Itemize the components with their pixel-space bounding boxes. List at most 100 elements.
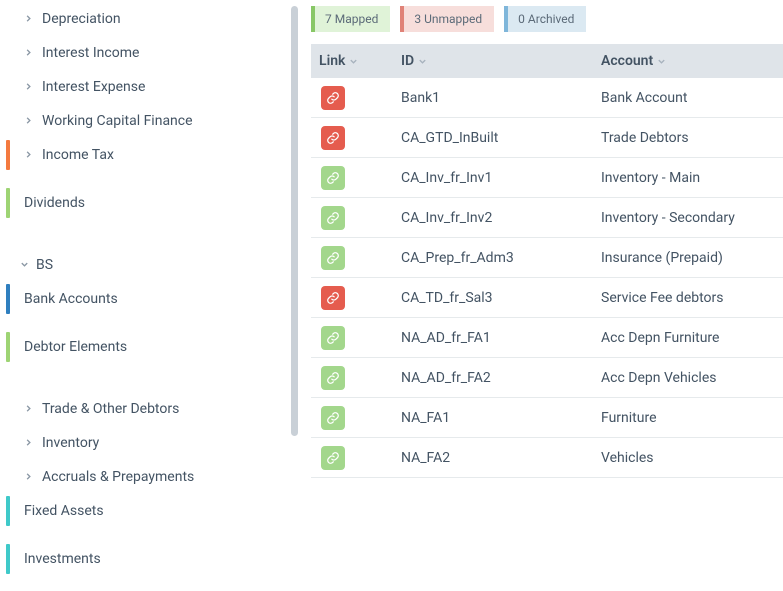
cell-account: Acc Depn Vehicles [601,370,783,386]
accent-bar [6,332,10,362]
sidebar-item-label: Dividends [24,195,85,211]
sidebar-item[interactable]: BS [0,248,285,282]
header-id[interactable]: ID [401,53,601,69]
cell-link [311,286,401,310]
sidebar-item[interactable]: Dividends [0,186,285,220]
cell-id: NA_AD_fr_FA2 [401,370,601,386]
table-row[interactable]: NA_FA1Furniture [311,398,783,438]
accent-bar [6,140,10,170]
chevron-right-icon [24,48,34,58]
sidebar-item[interactable]: Fixed Assets [0,494,285,528]
chevron-right-icon [24,438,34,448]
filter-archived-count: 0 [518,12,525,26]
cell-link [311,246,401,270]
sidebar: Depreciation Interest Income Interest Expe… [0,0,285,591]
link-button[interactable] [321,446,345,470]
filter-badges: 7 Mapped 3 Unmapped 0 Archived [311,6,783,32]
sidebar-item[interactable]: Interest Expense [0,70,285,104]
cell-account: Bank Account [601,90,783,106]
sidebar-item[interactable]: Interest Income [0,36,285,70]
cell-link [311,366,401,390]
cell-link [311,206,401,230]
sidebar-scrollbar[interactable] [285,0,305,591]
sidebar-item-label: Accruals & Prepayments [42,469,194,485]
cell-id: CA_Inv_fr_Inv1 [401,170,601,186]
table-header: Link ID Account [311,44,783,78]
table-row[interactable]: CA_Inv_fr_Inv1Inventory - Main [311,158,783,198]
link-button[interactable] [321,246,345,270]
cell-link [311,86,401,110]
cell-account: Service Fee debtors [601,290,783,306]
cell-link [311,326,401,350]
filter-unmapped-label: Unmapped [424,12,482,26]
link-button[interactable] [321,326,345,350]
sidebar-item-label: Interest Income [42,45,139,61]
link-button[interactable] [321,126,345,150]
sidebar-item-label: Investments [24,551,101,567]
sidebar-item-label: Fixed Assets [24,503,104,519]
cell-account: Acc Depn Furniture [601,330,783,346]
accent-bar [6,544,10,574]
table-row[interactable]: CA_Prep_fr_Adm3Insurance (Prepaid) [311,238,783,278]
cell-id: NA_FA1 [401,410,601,426]
table-row[interactable]: NA_AD_fr_FA2Acc Depn Vehicles [311,358,783,398]
link-button[interactable] [321,206,345,230]
sidebar-item[interactable]: Bank Accounts [0,282,285,316]
header-link-label: Link [319,53,345,69]
sidebar-item-label: Working Capital Finance [42,113,193,129]
cell-id: NA_FA2 [401,450,601,466]
link-button[interactable] [321,86,345,110]
sidebar-item[interactable]: Income Tax [0,138,285,172]
accent-bar [6,496,10,526]
cell-id: CA_Inv_fr_Inv2 [401,210,601,226]
accent-bar [6,284,10,314]
sidebar-item-label: Depreciation [42,11,121,27]
sidebar-item-label: Income Tax [42,147,114,163]
cell-link [311,406,401,430]
link-button[interactable] [321,286,345,310]
sidebar-item[interactable]: Trade & Other Debtors [0,392,285,426]
filter-archived-label: Archived [528,12,574,26]
cell-account: Inventory - Main [601,170,783,186]
sidebar-item[interactable]: Investments [0,542,285,576]
sidebar-item-label: Inventory [42,435,99,451]
scroll-thumb[interactable] [291,6,298,436]
table-row[interactable]: Bank1Bank Account [311,78,783,118]
table-row[interactable]: CA_GTD_InBuiltTrade Debtors [311,118,783,158]
table-row[interactable]: NA_AD_fr_FA1Acc Depn Furniture [311,318,783,358]
link-button[interactable] [321,166,345,190]
accounts-table: Link ID Account Bank1Bank AccountCA_GTD_… [311,44,783,478]
table-row[interactable]: CA_TD_fr_Sal3Service Fee debtors [311,278,783,318]
header-link[interactable]: Link [311,53,401,69]
chevron-right-icon [24,116,34,126]
filter-mapped-label: Mapped [335,12,379,26]
sidebar-item[interactable]: Debtor Elements [0,330,285,364]
sidebar-item[interactable]: Depreciation [0,2,285,36]
main-panel: 7 Mapped 3 Unmapped 0 Archived Link ID A… [305,0,783,591]
link-button[interactable] [321,366,345,390]
sidebar-item[interactable]: Working Capital Finance [0,104,285,138]
sidebar-item-label: Bank Accounts [24,291,118,307]
header-account-label: Account [601,53,653,69]
cell-id: Bank1 [401,90,601,106]
cell-account: Insurance (Prepaid) [601,250,783,266]
sidebar-item-label: BS [36,257,53,273]
table-row[interactable]: NA_FA2Vehicles [311,438,783,478]
filter-archived[interactable]: 0 Archived [504,6,586,32]
sidebar-item[interactable]: Inventory [0,426,285,460]
filter-mapped[interactable]: 7 Mapped [311,6,390,32]
cell-account: Furniture [601,410,783,426]
filter-unmapped[interactable]: 3 Unmapped [400,6,494,32]
chevron-down-icon [418,57,427,66]
cell-link [311,446,401,470]
chevron-down-icon [20,260,30,270]
table-row[interactable]: CA_Inv_fr_Inv2Inventory - Secondary [311,198,783,238]
accent-bar [6,188,10,218]
chevron-right-icon [24,82,34,92]
chevron-right-icon [24,150,34,160]
cell-id: CA_GTD_InBuilt [401,130,601,146]
sidebar-item[interactable]: Accruals & Prepayments [0,460,285,494]
header-account[interactable]: Account [601,53,783,69]
link-button[interactable] [321,406,345,430]
chevron-right-icon [24,14,34,24]
